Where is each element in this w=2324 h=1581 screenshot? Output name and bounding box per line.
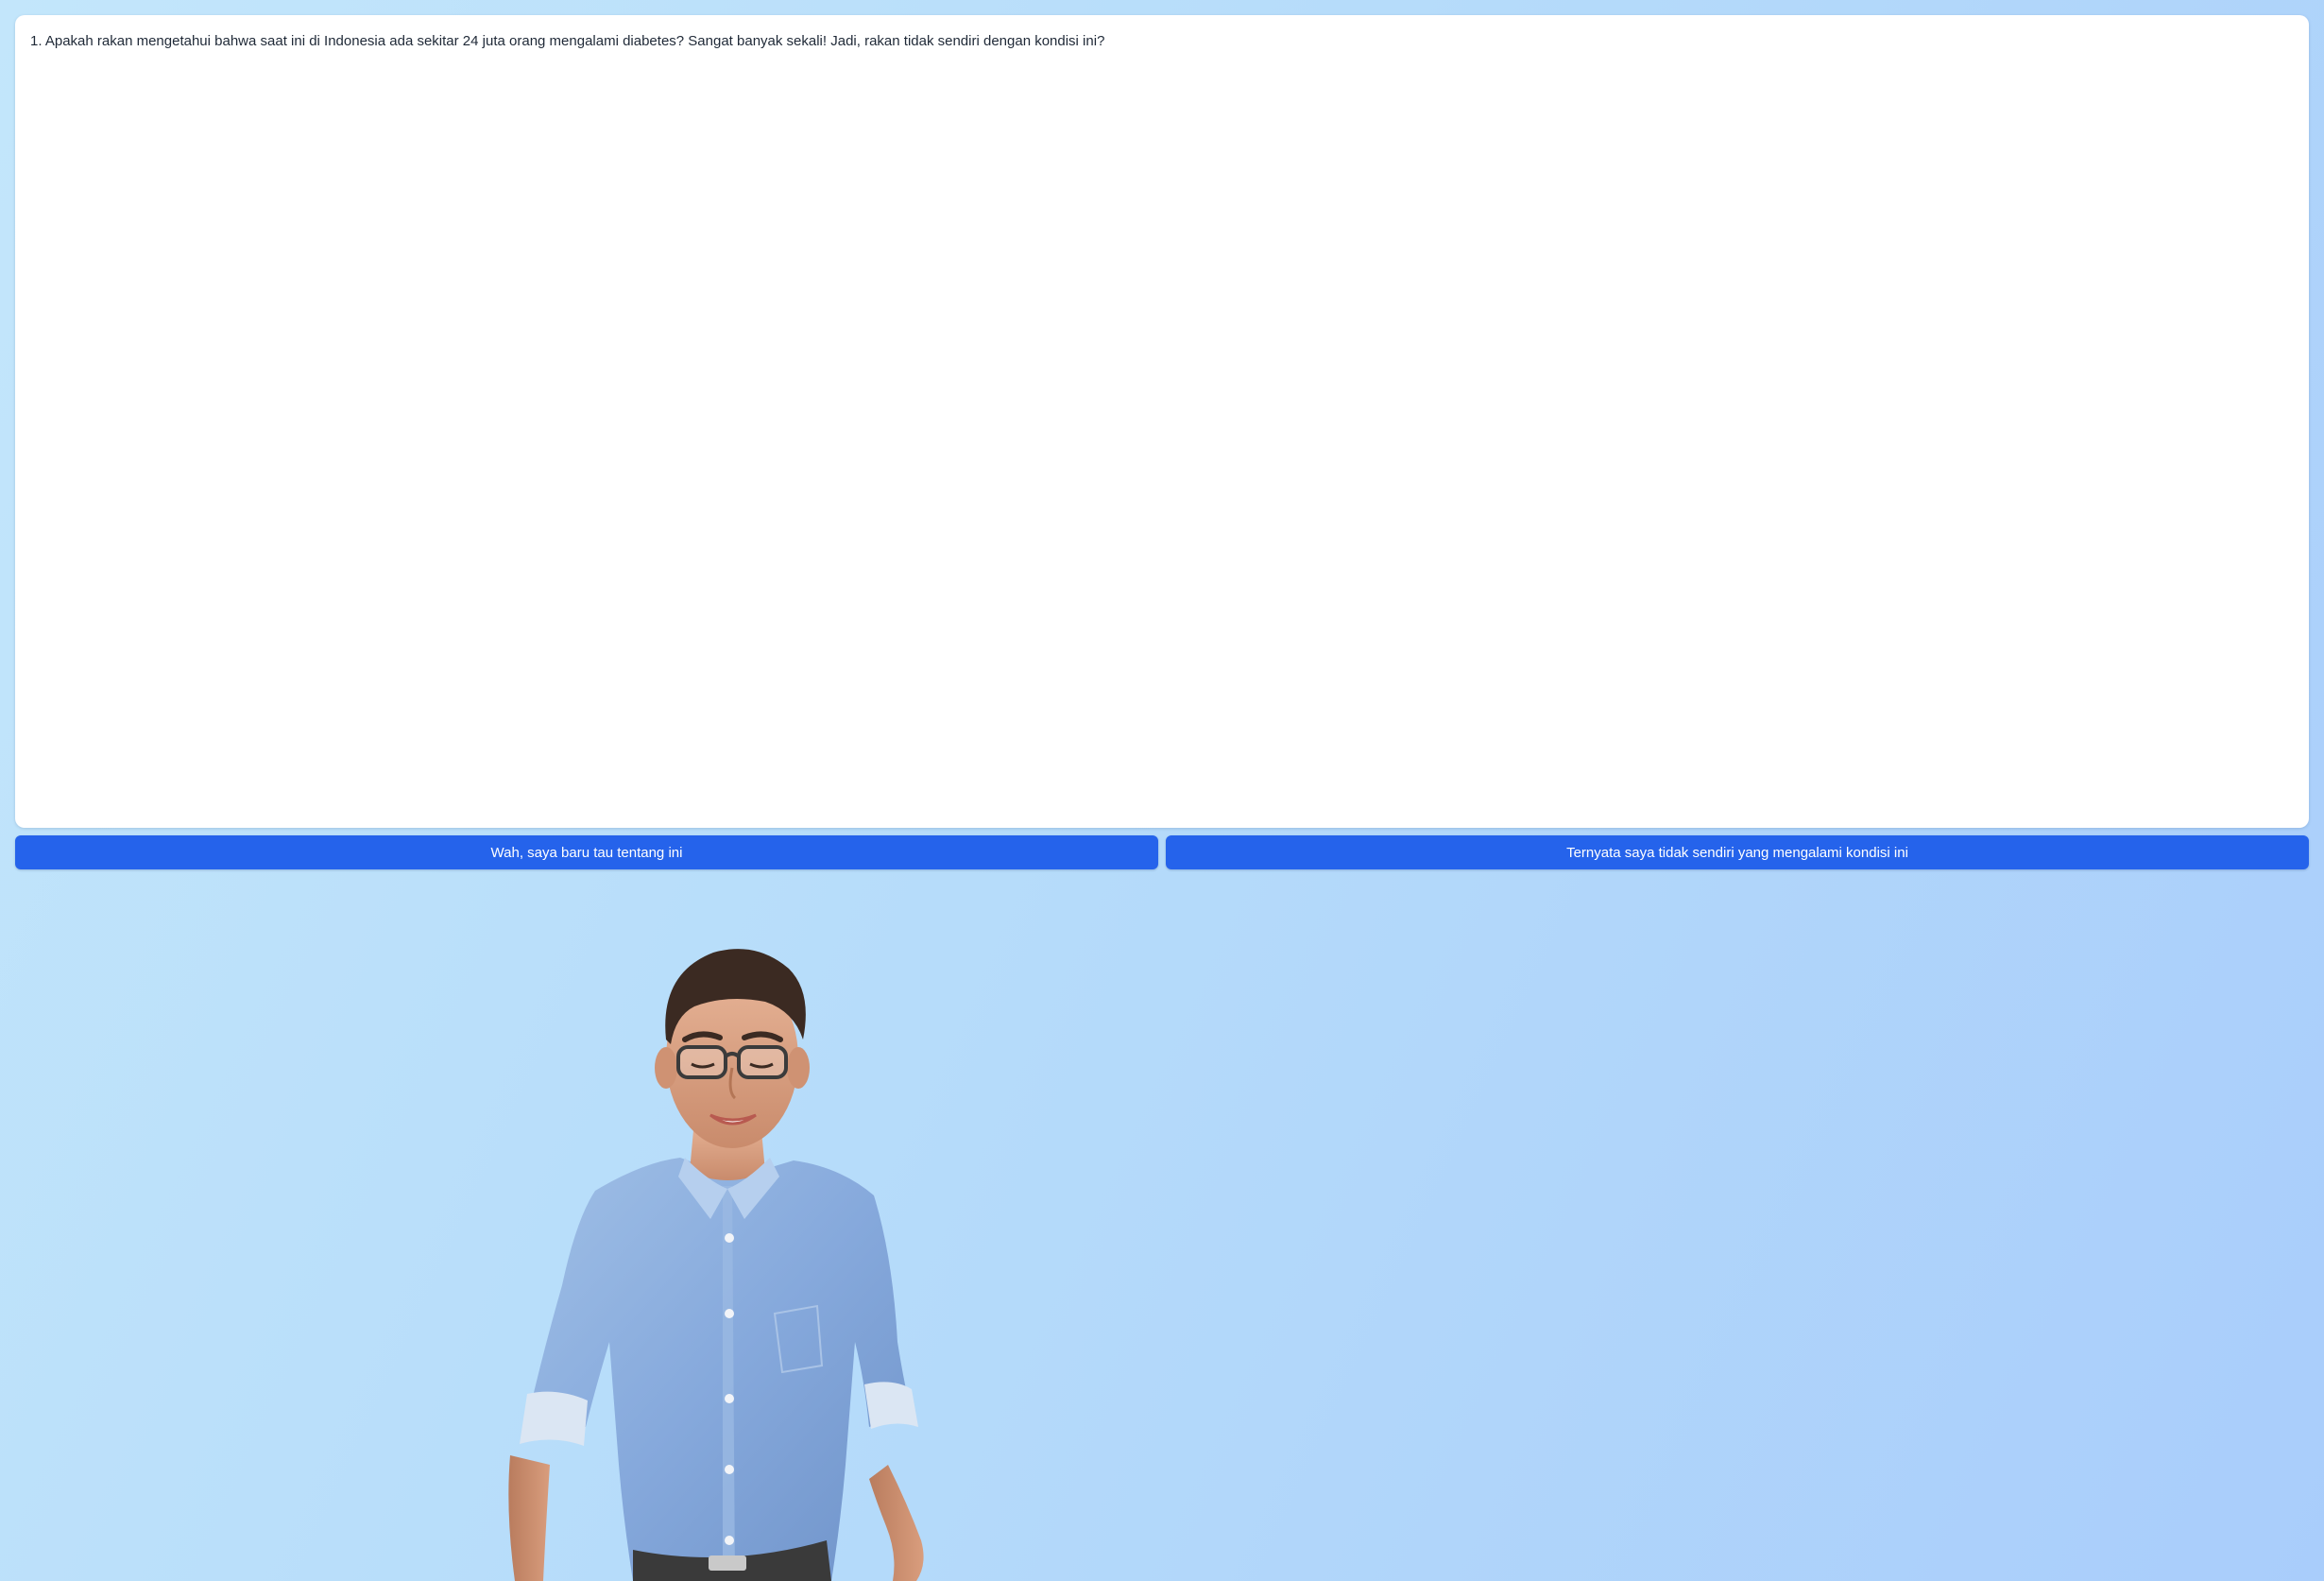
dialog-card: 1. Apakah rakan mengetahui bahwa saat in… [15,15,2309,828]
avatar [491,936,964,1581]
avatar-character-icon [508,949,924,1581]
choice-button-2[interactable]: Ternyata saya tidak sendiri yang mengala… [1166,835,2309,869]
dialog-text: 1. Apakah rakan mengetahui bahwa saat in… [30,33,1105,49]
choice-buttons: Wah, saya baru tau tentang ini Ternyata … [15,835,2309,869]
choice-button-1[interactable]: Wah, saya baru tau tentang ini [15,835,1158,869]
page: 1. Apakah rakan mengetahui bahwa saat in… [0,0,2324,1581]
